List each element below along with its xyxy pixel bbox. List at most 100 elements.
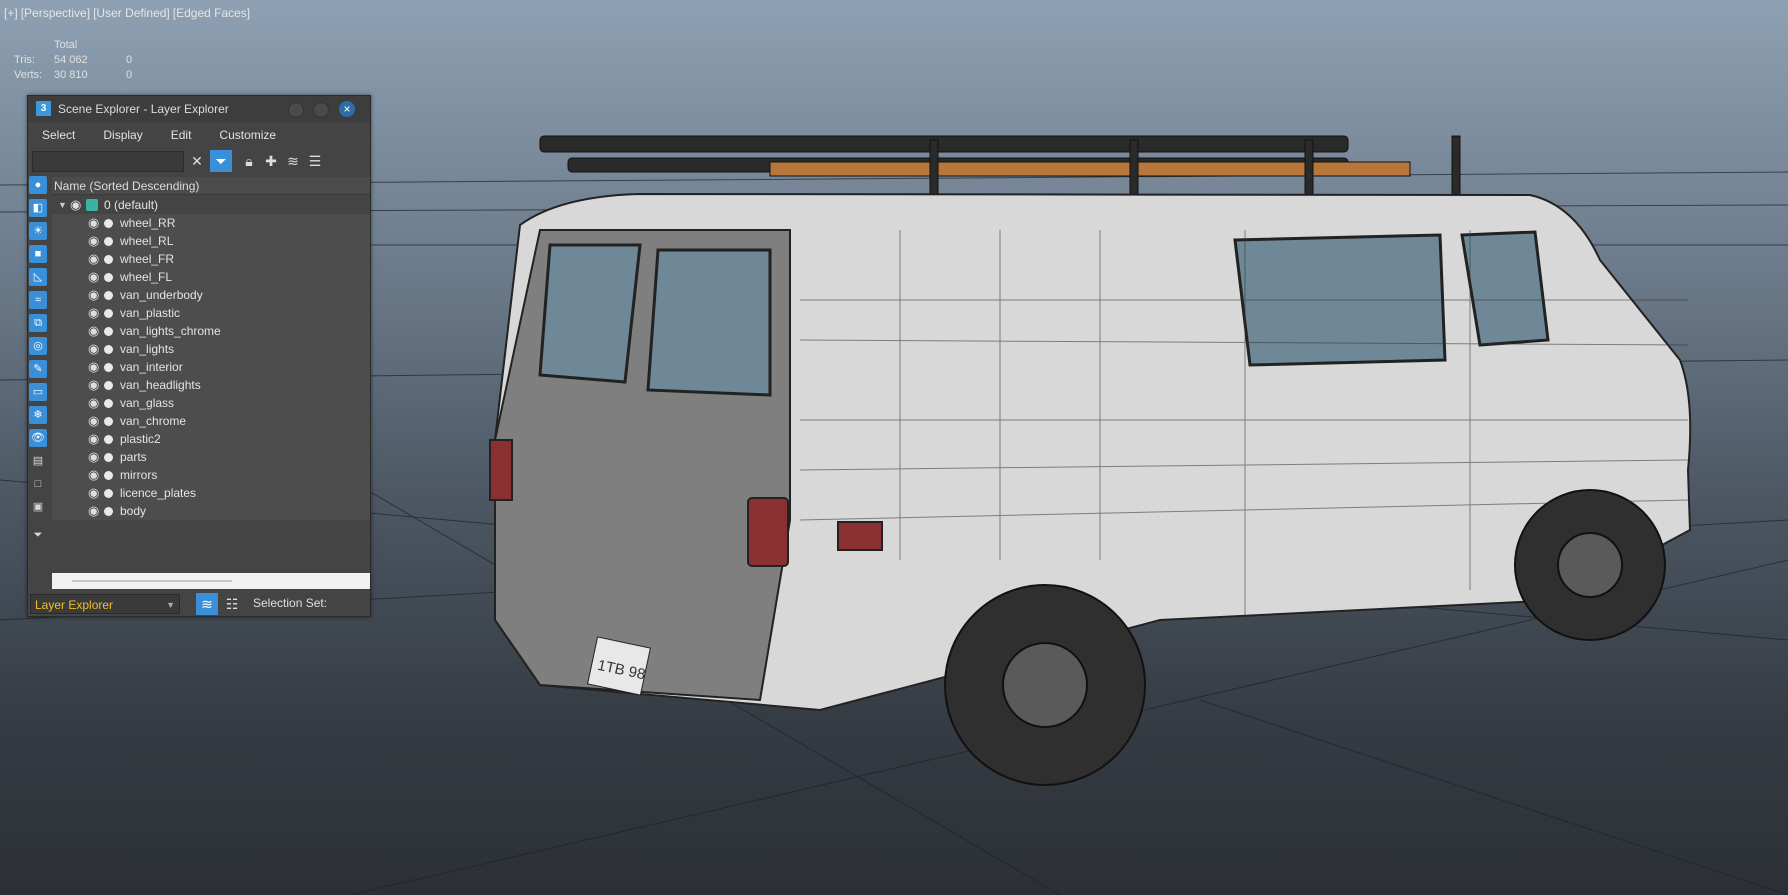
layer-row[interactable]: ◉ van_chrome bbox=[52, 412, 370, 430]
containers-filter-icon[interactable]: ▭ bbox=[29, 383, 47, 401]
cameras-filter-icon[interactable]: ■ bbox=[29, 245, 47, 263]
layers-icon[interactable]: ≋ bbox=[282, 150, 304, 172]
freeze-dot-icon[interactable] bbox=[104, 471, 113, 480]
clear-search-icon[interactable]: ✕ bbox=[186, 150, 208, 172]
eye-icon[interactable]: ◉ bbox=[88, 286, 99, 304]
freeze-dot-icon[interactable] bbox=[104, 255, 113, 264]
layer-name: wheel_FL bbox=[120, 270, 173, 284]
viewport-edged-faces[interactable]: [Edged Faces] bbox=[173, 6, 250, 20]
layer-row[interactable]: ◉ van_glass bbox=[52, 394, 370, 412]
freeze-dot-icon[interactable] bbox=[104, 399, 113, 408]
layer-row[interactable]: ◉ plastic2 bbox=[52, 430, 370, 448]
eye-icon[interactable]: ◉ bbox=[88, 376, 99, 394]
eye-icon[interactable]: ◉ bbox=[88, 268, 99, 286]
xrefs-filter-icon[interactable]: ◎ bbox=[29, 337, 47, 355]
hidden-filter-icon[interactable]: 👁︎ bbox=[29, 429, 47, 447]
eye-icon[interactable]: ◉ bbox=[88, 466, 99, 484]
bones-filter-icon[interactable]: ✎ bbox=[29, 360, 47, 378]
groups-filter-icon[interactable]: ⧉ bbox=[29, 314, 47, 332]
eye-icon[interactable]: ◉ bbox=[88, 214, 99, 232]
layer-row[interactable]: ◉ van_interior bbox=[52, 358, 370, 376]
spacewarps-filter-icon[interactable]: ≈ bbox=[29, 291, 47, 309]
freeze-dot-icon[interactable] bbox=[104, 273, 113, 282]
helpers-filter-icon[interactable]: ◺ bbox=[29, 268, 47, 286]
lock-icon[interactable]: 🔒︎ bbox=[238, 150, 260, 172]
geometry-filter-icon[interactable]: ● bbox=[29, 176, 47, 194]
shapes-filter-icon[interactable]: ◧ bbox=[29, 199, 47, 217]
invert-display-icon[interactable]: ▣ bbox=[29, 498, 47, 516]
layers-mode-icon[interactable]: ≋ bbox=[196, 593, 218, 615]
layer-row-root[interactable]: ▼ ◉ 0 (default) bbox=[52, 196, 370, 214]
lights-filter-icon[interactable]: ☀ bbox=[29, 222, 47, 240]
freeze-dot-icon[interactable] bbox=[104, 453, 113, 462]
layer-row[interactable]: ◉ wheel_RR bbox=[52, 214, 370, 232]
viewport-menu-plus[interactable]: [+] bbox=[4, 6, 18, 20]
collapse-arrow-icon[interactable]: ▼ bbox=[58, 196, 67, 214]
eye-icon[interactable]: ◉ bbox=[88, 358, 99, 376]
eye-icon[interactable]: ◉ bbox=[88, 448, 99, 466]
layer-row[interactable]: ◉ van_plastic bbox=[52, 304, 370, 322]
minimize-icon[interactable] bbox=[288, 102, 304, 118]
hierarchy-icon[interactable]: ☰ bbox=[304, 150, 326, 172]
freeze-dot-icon[interactable] bbox=[104, 345, 113, 354]
layer-row[interactable]: ◉ mirrors bbox=[52, 466, 370, 484]
layer-row[interactable]: ◉ van_lights_chrome bbox=[52, 322, 370, 340]
freeze-dot-icon[interactable] bbox=[104, 309, 113, 318]
search-input[interactable] bbox=[32, 151, 184, 172]
eye-icon[interactable]: ◉ bbox=[88, 430, 99, 448]
freeze-dot-icon[interactable] bbox=[104, 237, 113, 246]
layer-row[interactable]: ◉ wheel_FR bbox=[52, 250, 370, 268]
frozen-filter-icon[interactable]: ❄ bbox=[29, 406, 47, 424]
close-icon[interactable]: × bbox=[339, 101, 355, 117]
explorer-titlebar[interactable]: 3 Scene Explorer - Layer Explorer × bbox=[28, 96, 370, 122]
filter-icon[interactable]: ⏷ bbox=[210, 150, 232, 172]
layer-row[interactable]: ◉ wheel_FL bbox=[52, 268, 370, 286]
layer-row[interactable]: ◉ van_underbody bbox=[52, 286, 370, 304]
freeze-dot-icon[interactable] bbox=[104, 327, 113, 336]
freeze-dot-icon[interactable] bbox=[104, 507, 113, 516]
menu-customize[interactable]: Customize bbox=[205, 124, 290, 146]
layer-row[interactable]: ◉ licence_plates bbox=[52, 484, 370, 502]
eye-icon[interactable]: ◉ bbox=[88, 232, 99, 250]
eye-icon[interactable]: ◉ bbox=[88, 394, 99, 412]
viewport-shading-preset[interactable]: [User Defined] bbox=[93, 6, 170, 20]
eye-icon[interactable]: ◉ bbox=[88, 322, 99, 340]
display-all-icon[interactable]: ▤ bbox=[29, 452, 47, 470]
freeze-dot-icon[interactable] bbox=[104, 489, 113, 498]
freeze-dot-icon[interactable] bbox=[104, 435, 113, 444]
maximize-icon[interactable] bbox=[313, 102, 329, 118]
eye-icon[interactable]: ◉ bbox=[88, 484, 99, 502]
eye-icon[interactable]: ◉ bbox=[88, 340, 99, 358]
freeze-dot-icon[interactable] bbox=[104, 417, 113, 426]
add-layer-icon[interactable]: ✚ bbox=[260, 150, 282, 172]
layer-row[interactable]: ◉ parts bbox=[52, 448, 370, 466]
eye-icon[interactable]: ◉ bbox=[70, 196, 81, 214]
display-none-icon[interactable]: □ bbox=[29, 475, 47, 493]
menu-edit[interactable]: Edit bbox=[157, 124, 206, 146]
layer-name: van_chrome bbox=[120, 414, 187, 428]
freeze-dot-icon[interactable] bbox=[104, 219, 113, 228]
funnel-icon[interactable]: ⏷ bbox=[29, 526, 47, 544]
eye-icon[interactable]: ◉ bbox=[88, 250, 99, 268]
eye-icon[interactable]: ◉ bbox=[88, 304, 99, 322]
layer-row[interactable]: ◉ wheel_RL bbox=[52, 232, 370, 250]
column-header[interactable]: Name (Sorted Descending) bbox=[52, 177, 370, 195]
eye-icon[interactable]: ◉ bbox=[88, 412, 99, 430]
scrollbar-thumb[interactable] bbox=[72, 580, 232, 582]
stats-total-header: Total bbox=[54, 39, 78, 51]
layer-row[interactable]: ◉ body bbox=[52, 502, 370, 520]
horizontal-scrollbar[interactable] bbox=[52, 573, 370, 589]
explorer-mode-dropdown[interactable]: Layer Explorer ▼ bbox=[30, 594, 180, 614]
eye-icon[interactable]: ◉ bbox=[88, 502, 99, 520]
viewport-label[interactable]: [+] [Perspective] [User Defined] [Edged Fac… bbox=[4, 6, 253, 20]
layer-row[interactable]: ◉ van_lights bbox=[52, 340, 370, 358]
layer-row[interactable]: ◉ van_headlights bbox=[52, 376, 370, 394]
hierarchy-mode-icon[interactable]: ☷ bbox=[221, 593, 243, 615]
scene-explorer-panel[interactable]: 3 Scene Explorer - Layer Explorer × Sele… bbox=[27, 95, 371, 617]
freeze-dot-icon[interactable] bbox=[104, 363, 113, 372]
menu-select[interactable]: Select bbox=[28, 124, 89, 146]
viewport-view-mode[interactable]: [Perspective] bbox=[21, 6, 90, 20]
menu-display[interactable]: Display bbox=[89, 124, 156, 146]
freeze-dot-icon[interactable] bbox=[104, 291, 113, 300]
freeze-dot-icon[interactable] bbox=[104, 381, 113, 390]
